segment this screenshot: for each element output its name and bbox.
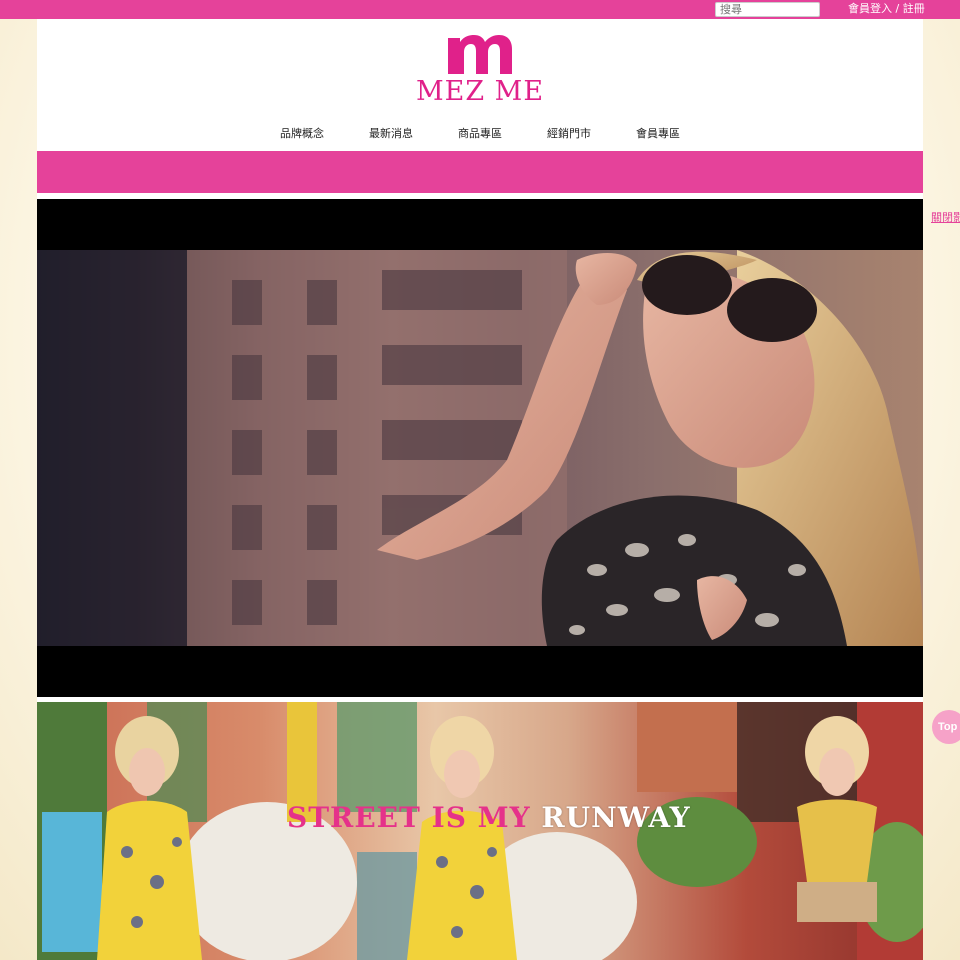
back-to-top-button[interactable]: Top xyxy=(932,710,960,744)
brand-logo-mark[interactable] xyxy=(446,30,514,74)
main-nav: 品牌概念 最新消息 商品專區 經銷門市 會員專區 xyxy=(0,125,960,141)
campaign-title: STREET IS MY RUNWAY xyxy=(287,801,691,835)
nav-item-brand-concept[interactable]: 品牌概念 xyxy=(280,125,324,141)
nav-item-stores[interactable]: 經銷門市 xyxy=(547,125,591,141)
brand-name[interactable]: MEZ ME xyxy=(380,76,580,108)
link-separator: / xyxy=(892,2,903,15)
campaign-banner[interactable]: STREET IS MY RUNWAY xyxy=(37,702,923,960)
account-links: 會員登入 / 註冊 xyxy=(848,2,925,16)
nav-item-products[interactable]: 商品專區 xyxy=(458,125,502,141)
campaign-title-part1: STREET IS MY xyxy=(287,801,531,834)
campaign-title-part2: RUNWAY xyxy=(541,801,691,834)
search-input[interactable] xyxy=(715,2,820,17)
nav-item-news[interactable]: 最新消息 xyxy=(369,125,413,141)
video-frame xyxy=(37,250,923,646)
register-link[interactable]: 註冊 xyxy=(903,2,925,15)
promo-banner xyxy=(37,151,923,193)
close-video-link[interactable]: 關閉影片 xyxy=(931,209,960,225)
video-player[interactable] xyxy=(37,199,923,697)
nav-item-members[interactable]: 會員專區 xyxy=(636,125,680,141)
video-still-image xyxy=(37,250,923,646)
login-link[interactable]: 會員登入 xyxy=(848,2,892,15)
